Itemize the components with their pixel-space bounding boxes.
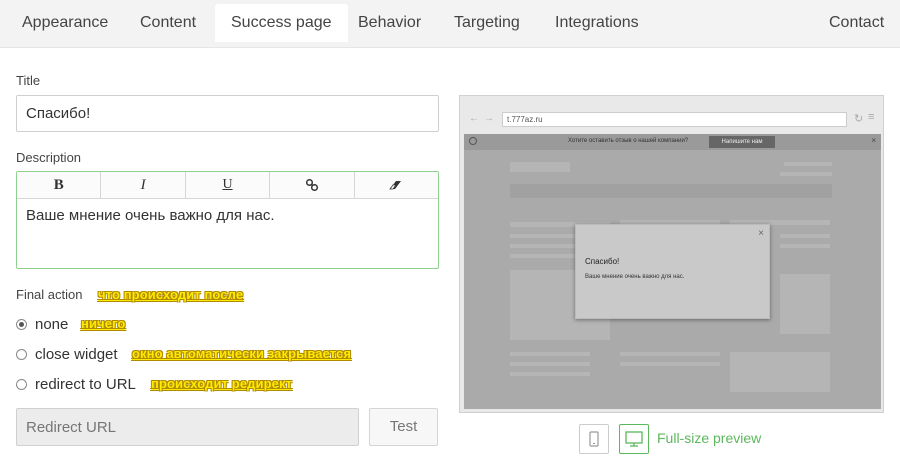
placeholder-block	[510, 362, 590, 366]
placeholder-block	[510, 162, 570, 172]
none-hint: ничего	[81, 316, 126, 331]
preview-modal: × Спасибо! Ваше мнение очень важно для н…	[575, 224, 770, 319]
menu-icon: ≡	[868, 111, 875, 123]
final-action-hint: что происходит после	[98, 287, 244, 302]
tab-success-page[interactable]: Success page	[215, 4, 348, 42]
contact-link[interactable]: Contact	[813, 4, 900, 42]
description-editor: B I U Ваше мнение очень важно для нас.	[16, 171, 439, 269]
back-arrow-icon: ←	[469, 113, 479, 124]
modal-title: Спасибо!	[585, 257, 620, 266]
forward-arrow-icon: →	[484, 113, 494, 124]
site-preview: Хотите оставить отзыв о нашей компании? …	[464, 134, 881, 409]
placeholder-block	[620, 352, 720, 356]
description-label: Description	[16, 150, 82, 165]
test-button[interactable]: Test	[369, 408, 438, 446]
reload-icon: ↻	[854, 113, 864, 125]
bold-button[interactable]: B	[17, 172, 102, 198]
radio-button[interactable]	[16, 318, 27, 330]
placeholder-block	[780, 234, 830, 238]
radio-label: close widget	[35, 345, 118, 363]
full-size-preview-link[interactable]: Full-size preview	[657, 430, 761, 446]
radio-label: redirect to URL	[35, 375, 136, 393]
close-widget-hint: окно автоматически закрывается	[132, 346, 352, 361]
top-nav: Appearance Content Success page Behavior…	[0, 0, 900, 48]
placeholder-block	[780, 244, 830, 248]
eraser-icon	[389, 181, 402, 190]
final-action-label: Final action	[16, 287, 83, 302]
placeholder-block	[620, 362, 720, 366]
preview-frame: ← → t.777az.ru ↻ ≡ Хотите оставить отзыв…	[459, 95, 884, 413]
redirect-hint: происходит редирект	[151, 376, 293, 391]
placeholder-block	[730, 352, 830, 392]
editor-toolbar: B I U	[17, 172, 438, 199]
radio-none[interactable]: none	[16, 314, 68, 334]
radio-redirect[interactable]: redirect to URL	[16, 374, 136, 394]
modal-close-icon: ×	[758, 228, 764, 239]
placeholder-block	[510, 372, 590, 376]
clear-format-button[interactable]	[355, 172, 438, 198]
bar-logo-icon	[469, 137, 477, 145]
radio-close-widget[interactable]: close widget	[16, 344, 118, 364]
description-text[interactable]: Ваше мнение очень важно для нас.	[17, 199, 438, 232]
redirect-url-input[interactable]	[16, 408, 359, 446]
radio-button[interactable]	[16, 378, 27, 390]
tab-targeting[interactable]: Targeting	[438, 4, 536, 42]
site-notification-bar: Хотите оставить отзыв о нашей компании? …	[464, 134, 881, 150]
tab-integrations[interactable]: Integrations	[539, 4, 655, 42]
desktop-preview-button[interactable]	[619, 424, 649, 454]
site-bar-button: Напишите нам	[709, 136, 775, 148]
radio-label: none	[35, 315, 69, 333]
tab-behavior[interactable]: Behavior	[342, 4, 437, 42]
placeholder-block	[780, 172, 832, 176]
link-button[interactable]	[270, 172, 355, 198]
mobile-preview-button[interactable]	[579, 424, 609, 454]
underline-button[interactable]: U	[186, 172, 271, 198]
preview-url: t.777az.ru	[502, 112, 847, 127]
title-label: Title	[16, 73, 41, 88]
placeholder-block	[510, 352, 590, 356]
site-bar-text: Хотите оставить отзыв о нашей компании?	[568, 138, 689, 144]
modal-text: Ваше мнение очень важно для нас.	[585, 274, 685, 280]
link-icon	[305, 178, 318, 192]
placeholder-block	[510, 184, 832, 198]
browser-bar: ← → t.777az.ru ↻ ≡	[464, 110, 881, 130]
radio-button[interactable]	[16, 348, 27, 360]
desktop-icon	[625, 431, 643, 447]
tab-content[interactable]: Content	[124, 4, 212, 42]
italic-button[interactable]: I	[101, 172, 186, 198]
tab-appearance[interactable]: Appearance	[6, 4, 124, 42]
title-input[interactable]	[16, 95, 439, 132]
placeholder-block	[780, 274, 830, 334]
bar-close-icon: ×	[871, 136, 876, 145]
mobile-icon	[589, 431, 599, 447]
placeholder-block	[784, 162, 832, 166]
